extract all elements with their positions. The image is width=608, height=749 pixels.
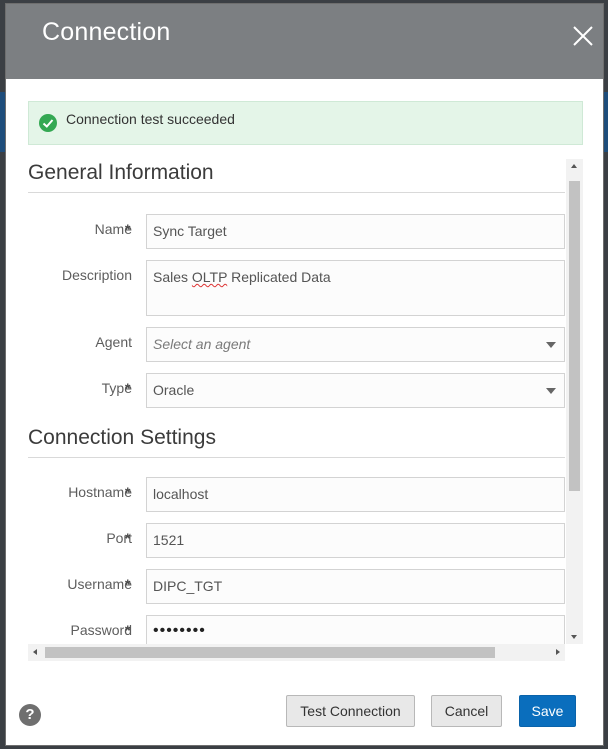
- required-marker: *: [125, 622, 131, 638]
- connection-dialog: Connection Connection test succeeded Gen…: [5, 3, 604, 746]
- scroll-right-icon[interactable]: [556, 649, 560, 655]
- description-label: Description: [61, 267, 132, 283]
- port-value: 1521: [153, 532, 185, 548]
- help-icon[interactable]: ?: [19, 704, 41, 726]
- type-select[interactable]: Oracle: [146, 373, 565, 408]
- description-field[interactable]: Sales OLTP Replicated Data: [146, 260, 565, 316]
- name-label: Name: [94, 221, 132, 237]
- username-value: DIPC_TGT: [153, 578, 223, 594]
- password-label: Password: [70, 622, 132, 638]
- required-marker: *: [125, 576, 131, 592]
- close-icon[interactable]: [570, 23, 596, 49]
- cancel-button[interactable]: Cancel: [431, 695, 502, 727]
- scroll-up-icon[interactable]: [571, 164, 577, 168]
- test-connection-button[interactable]: Test Connection: [286, 695, 415, 727]
- port-label: Port: [106, 530, 132, 546]
- type-label: Type: [101, 380, 132, 396]
- agent-label: Agent: [95, 334, 132, 350]
- description-text-end: Replicated Data: [227, 269, 331, 285]
- port-field[interactable]: 1521: [146, 523, 565, 558]
- chevron-down-icon: [546, 388, 556, 394]
- scroll-left-icon[interactable]: [33, 649, 37, 655]
- required-marker: *: [125, 380, 131, 396]
- vertical-scrollbar[interactable]: [566, 159, 583, 644]
- dialog-title: Connection: [42, 18, 171, 46]
- description-text-start: Sales: [153, 269, 192, 285]
- password-value: ••••••••: [153, 622, 206, 639]
- name-field[interactable]: Sync Target: [146, 214, 565, 249]
- alert-message: Connection test succeeded: [66, 111, 235, 127]
- name-value: Sync Target: [153, 223, 227, 239]
- username-label: Username: [67, 576, 132, 592]
- section-connection-heading: Connection Settings: [28, 426, 216, 449]
- section-divider: [28, 192, 565, 193]
- section-general-heading: General Information: [28, 161, 214, 184]
- description-value: Sales OLTP Replicated Data: [153, 269, 331, 285]
- description-misspelled-word: OLTP: [191, 269, 228, 285]
- required-marker: *: [125, 221, 131, 237]
- save-button[interactable]: Save: [519, 695, 576, 727]
- required-marker: *: [125, 484, 131, 500]
- password-field[interactable]: ••••••••: [146, 615, 565, 644]
- hostname-field[interactable]: localhost: [146, 477, 565, 512]
- hostname-value: localhost: [153, 486, 209, 502]
- check-circle-icon: [39, 114, 57, 132]
- agent-select[interactable]: Select an agent: [146, 327, 565, 362]
- chevron-down-icon: [546, 342, 556, 348]
- horizontal-scroll-thumb[interactable]: [45, 647, 495, 658]
- type-value: Oracle: [153, 382, 195, 398]
- username-field[interactable]: DIPC_TGT: [146, 569, 565, 604]
- required-marker: *: [125, 530, 131, 546]
- scroll-down-icon[interactable]: [571, 635, 577, 639]
- form-scroll-area: General Information Name * Sync Target D…: [28, 159, 583, 644]
- horizontal-scrollbar[interactable]: [28, 644, 565, 661]
- agent-placeholder: Select an agent: [153, 336, 251, 352]
- vertical-scroll-thumb[interactable]: [569, 181, 580, 491]
- section-divider: [28, 457, 565, 458]
- success-alert: Connection test succeeded: [28, 101, 583, 145]
- dialog-titlebar: Connection: [6, 4, 603, 79]
- hostname-label: Hostname: [68, 484, 132, 500]
